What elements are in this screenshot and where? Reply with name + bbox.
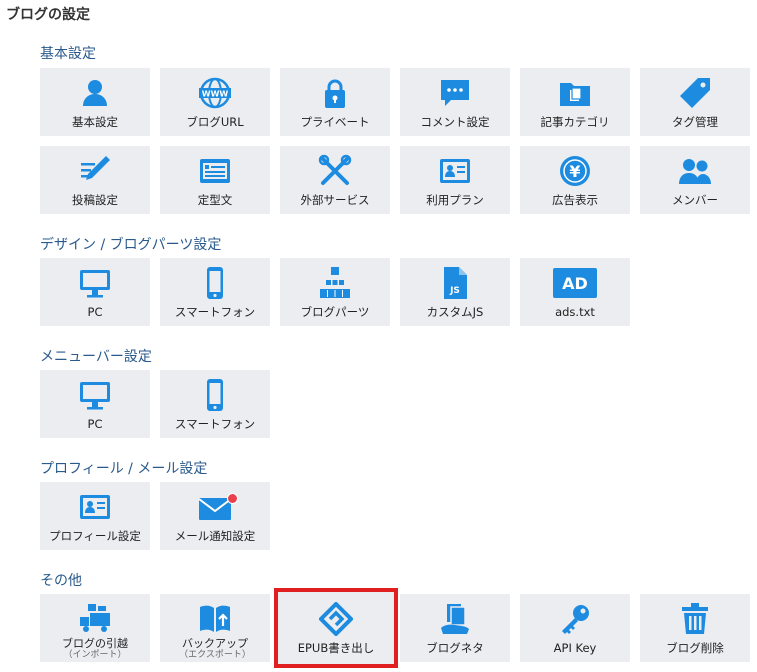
tile-design-pc[interactable]: PC xyxy=(40,258,150,326)
monitor-icon xyxy=(78,266,112,300)
section-title-other: その他 xyxy=(40,573,82,589)
tile-label: ブログパーツ xyxy=(300,305,370,319)
tile-label: 定型文 xyxy=(197,193,233,207)
tile-blog-parts[interactable]: ブログパーツ xyxy=(280,258,390,326)
tile-label: スマートフォン xyxy=(174,305,256,319)
tile-menubar-smartphone[interactable]: スマートフォン xyxy=(160,370,270,438)
blog-parts-icon xyxy=(318,266,352,300)
epub-icon xyxy=(319,602,353,636)
tile-external-services[interactable]: 外部サービス xyxy=(280,146,390,214)
tile-custom-js[interactable]: JS カスタムJS xyxy=(400,258,510,326)
svg-text:JS: JS xyxy=(449,286,460,296)
section-title-profile: プロフィール / メール設定 xyxy=(40,461,208,477)
tile-blog-url[interactable]: WWW ブログURL xyxy=(160,68,270,136)
tile-label: メール通知設定 xyxy=(174,529,256,543)
tile-label: EPUB書き出し xyxy=(297,641,375,655)
section-title-basic: 基本設定 xyxy=(40,46,96,62)
tile-sublabel: （インポート） xyxy=(63,650,127,660)
tile-label: ブログ削除 xyxy=(666,641,724,655)
monitor-icon xyxy=(78,378,112,412)
ad-icon: AD xyxy=(552,266,598,300)
tile-blog-import[interactable]: ブログの引越 （インポート） xyxy=(40,594,150,662)
tile-label: PC xyxy=(87,305,103,319)
tile-private[interactable]: プライベート xyxy=(280,68,390,136)
page-title: ブログの設定 xyxy=(6,7,90,23)
tile-epub-export[interactable]: EPUB書き出し xyxy=(274,588,398,668)
tile-label: ブログネタ xyxy=(426,641,484,655)
tile-label: 記事カテゴリ xyxy=(540,115,610,129)
tile-ad-display[interactable]: ¥ 広告表示 xyxy=(520,146,630,214)
tile-basic-settings[interactable]: 基本設定 xyxy=(40,68,150,136)
pencil-icon xyxy=(78,154,112,188)
tile-label: タグ管理 xyxy=(672,115,718,129)
tile-mail-notification[interactable]: メール通知設定 xyxy=(160,482,270,550)
tile-label: ads.txt xyxy=(555,305,595,319)
tag-icon xyxy=(678,76,712,110)
section-title-design: デザイン / ブログパーツ設定 xyxy=(40,237,222,253)
tile-plan[interactable]: 利用プラン xyxy=(400,146,510,214)
notification-badge xyxy=(227,493,238,504)
tile-label: バックアップ xyxy=(182,637,248,650)
tile-label: 利用プラン xyxy=(426,193,484,207)
tile-label: メンバー xyxy=(672,193,718,207)
tile-label: ブログの引越 xyxy=(62,637,128,650)
tile-label: 投稿設定 xyxy=(72,193,118,207)
svg-text:¥: ¥ xyxy=(569,162,580,181)
tile-tag-management[interactable]: タグ管理 xyxy=(640,68,750,136)
id-card-icon xyxy=(438,154,472,188)
tile-sublabel: （エクスポート） xyxy=(179,650,251,660)
tile-template-text[interactable]: 定型文 xyxy=(160,146,270,214)
tile-blog-delete[interactable]: ブログ削除 xyxy=(640,594,750,662)
tile-ads-txt[interactable]: AD ads.txt xyxy=(520,258,630,326)
tools-cross-icon xyxy=(318,154,352,188)
mail-icon xyxy=(198,490,238,524)
www-globe-icon: WWW xyxy=(198,76,232,110)
section-title-menubar: メニューバー設定 xyxy=(40,349,152,365)
tile-blog-neta[interactable]: ブログネタ xyxy=(400,594,510,662)
yen-coin-icon: ¥ xyxy=(558,154,592,188)
members-icon xyxy=(678,154,712,188)
tile-label: PC xyxy=(87,417,103,431)
key-icon xyxy=(558,602,592,636)
smartphone-icon xyxy=(198,378,232,412)
person-icon xyxy=(78,76,112,110)
tile-menubar-pc[interactable]: PC xyxy=(40,370,150,438)
backup-book-icon xyxy=(198,602,232,636)
folder-icon xyxy=(558,76,592,110)
template-icon xyxy=(198,154,232,188)
tile-label: スマートフォン xyxy=(174,417,256,431)
tile-label: 外部サービス xyxy=(300,193,370,207)
js-file-icon: JS xyxy=(438,266,472,300)
tile-backup-export[interactable]: バックアップ （エクスポート） xyxy=(160,594,270,662)
moving-truck-icon xyxy=(78,602,112,636)
tile-label: プライベート xyxy=(300,115,370,129)
tile-api-key[interactable]: API Key xyxy=(520,594,630,662)
blog-neta-icon xyxy=(438,602,472,636)
tile-profile-settings[interactable]: プロフィール設定 xyxy=(40,482,150,550)
profile-card-icon xyxy=(78,490,112,524)
tile-article-category[interactable]: 記事カテゴリ xyxy=(520,68,630,136)
trash-icon xyxy=(678,602,712,636)
tile-label: カスタムJS xyxy=(426,305,484,319)
tile-label: コメント設定 xyxy=(420,115,490,129)
speech-bubble-icon xyxy=(438,76,472,110)
tile-comment-settings[interactable]: コメント設定 xyxy=(400,68,510,136)
tile-label: 基本設定 xyxy=(72,115,118,129)
smartphone-icon xyxy=(198,266,232,300)
tile-members[interactable]: メンバー xyxy=(640,146,750,214)
ad-icon-text: AD xyxy=(553,268,597,298)
svg-text:WWW: WWW xyxy=(202,90,229,99)
tile-label: プロフィール設定 xyxy=(49,529,141,543)
tile-label: API Key xyxy=(553,641,597,655)
tile-post-settings[interactable]: 投稿設定 xyxy=(40,146,150,214)
tile-design-smartphone[interactable]: スマートフォン xyxy=(160,258,270,326)
tile-label: 広告表示 xyxy=(552,193,598,207)
lock-icon xyxy=(318,76,352,110)
tile-label: ブログURL xyxy=(186,115,244,129)
